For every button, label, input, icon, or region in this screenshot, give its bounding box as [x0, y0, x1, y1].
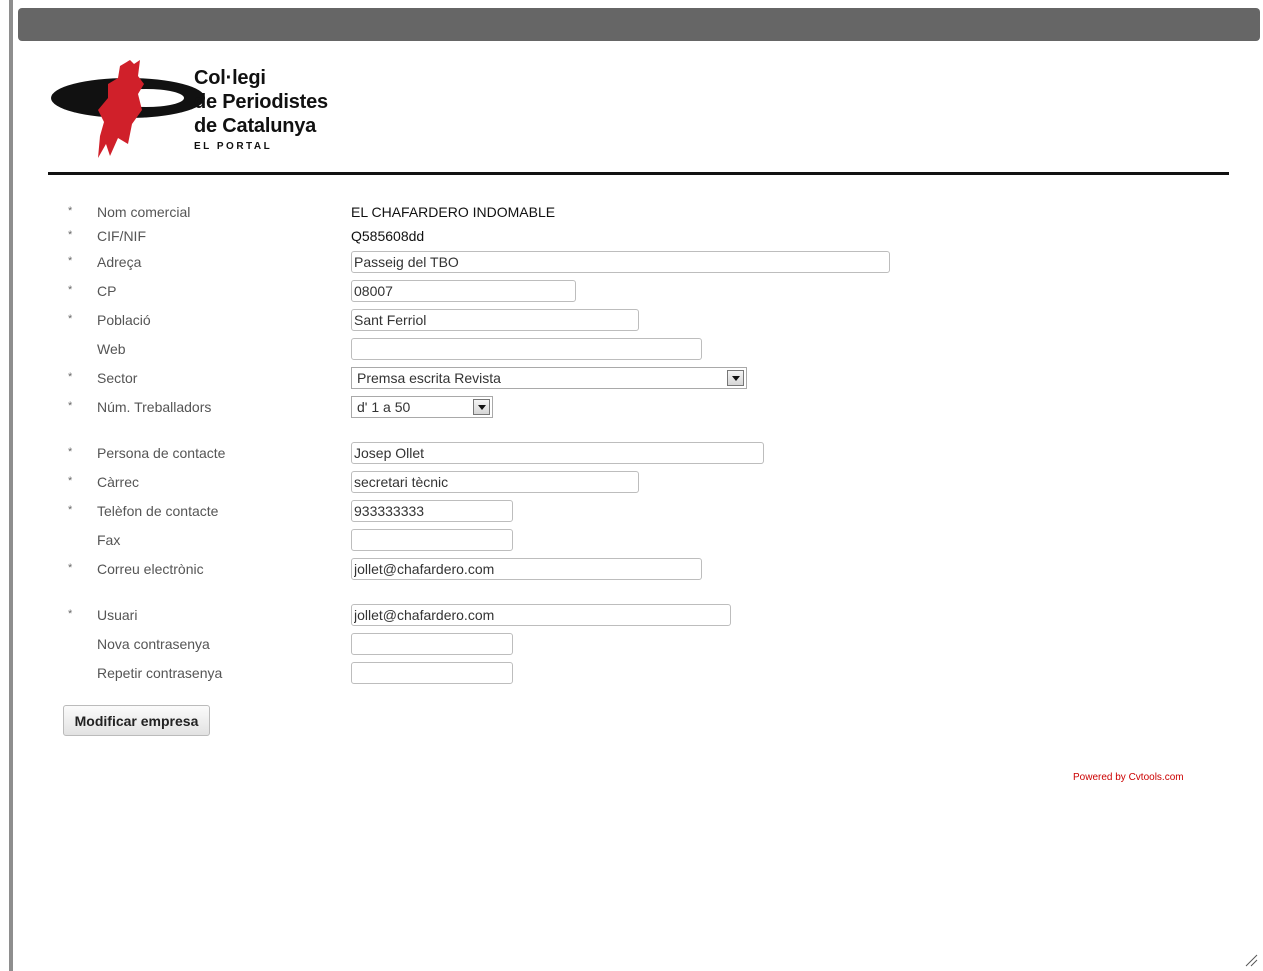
required-mark: * — [68, 229, 73, 241]
label-web: Web — [97, 341, 126, 357]
required-mark: * — [68, 205, 73, 217]
label-carrec: Càrrec — [97, 474, 140, 490]
logo-subtitle: EL PORTAL — [194, 141, 273, 152]
row-cif-nif: * CIF/NIF Q585608dd — [0, 225, 1263, 249]
nova-contrasenya-input[interactable] — [351, 633, 513, 655]
row-cp: * CP — [0, 280, 1263, 304]
label-cif-nif: CIF/NIF — [97, 228, 146, 244]
label-num-treballadors: Núm. Treballadors — [97, 399, 212, 415]
persona-contacte-input[interactable] — [351, 442, 764, 464]
required-mark: * — [68, 446, 73, 458]
chevron-down-icon[interactable] — [473, 399, 490, 415]
resize-grip-icon[interactable] — [1244, 953, 1258, 967]
required-mark: * — [68, 504, 73, 516]
chevron-down-icon[interactable] — [727, 370, 744, 386]
required-mark: * — [68, 475, 73, 487]
web-input[interactable] — [351, 338, 702, 360]
row-nova-contrasenya: Nova contrasenya — [0, 633, 1263, 657]
label-usuari: Usuari — [97, 607, 138, 623]
required-mark: * — [68, 284, 73, 296]
label-nom-comercial: Nom comercial — [97, 204, 191, 220]
header-divider — [48, 172, 1229, 175]
label-repetir-contrasenya: Repetir contrasenya — [97, 665, 223, 681]
row-carrec: * Càrrec — [0, 471, 1263, 495]
required-mark: * — [68, 608, 73, 620]
repetir-contrasenya-input[interactable] — [351, 662, 513, 684]
powered-by-link[interactable]: Powered by Cvtools.com — [1073, 772, 1184, 783]
label-fax: Fax — [97, 532, 121, 548]
poblacio-input[interactable] — [351, 309, 639, 331]
label-adreca: Adreça — [97, 254, 142, 270]
top-bar — [18, 8, 1260, 41]
row-sector: * Sector Premsa escrita Revista — [0, 367, 1263, 391]
label-telefon: Telèfon de contacte — [97, 503, 219, 519]
label-nova-contrasenya: Nova contrasenya — [97, 636, 210, 652]
telefon-input[interactable] — [351, 500, 513, 522]
num-treballadors-selected-value: d' 1 a 50 — [357, 399, 411, 415]
label-poblacio: Població — [97, 312, 151, 328]
row-usuari: * Usuari — [0, 604, 1263, 628]
row-nom-comercial: * Nom comercial EL CHAFARDERO INDOMABLE — [0, 201, 1263, 225]
label-cp: CP — [97, 283, 117, 299]
required-mark: * — [68, 255, 73, 267]
cp-input[interactable] — [351, 280, 576, 302]
adreca-input[interactable] — [351, 251, 890, 273]
fax-input[interactable] — [351, 529, 513, 551]
value-nom-comercial: EL CHAFARDERO INDOMABLE — [351, 204, 556, 220]
required-mark: * — [68, 371, 73, 383]
row-persona-contacte: * Persona de contacte — [0, 442, 1263, 466]
usuari-input[interactable] — [351, 604, 731, 626]
required-mark: * — [68, 400, 73, 412]
row-poblacio: * Població — [0, 309, 1263, 333]
label-sector: Sector — [97, 370, 138, 386]
row-fax: Fax — [0, 529, 1263, 553]
row-telefon: * Telèfon de contacte — [0, 500, 1263, 524]
value-cif-nif: Q585608dd — [351, 228, 425, 244]
row-web: Web — [0, 338, 1263, 362]
label-correu: Correu electrònic — [97, 561, 204, 577]
num-treballadors-select[interactable]: d' 1 a 50 — [351, 396, 493, 418]
correu-input[interactable] — [351, 558, 702, 580]
sector-selected-value: Premsa escrita Revista — [357, 370, 501, 386]
logo-line-3: de Catalunya — [194, 115, 317, 137]
required-mark: * — [68, 562, 73, 574]
logo-line-1: Col·legi — [194, 67, 266, 89]
sector-select[interactable]: Premsa escrita Revista — [351, 367, 747, 389]
row-repetir-contrasenya: Repetir contrasenya — [0, 662, 1263, 686]
row-num-treballadors: * Núm. Treballadors d' 1 a 50 — [0, 396, 1263, 420]
logo-text: Col·legi de Periodistes de Catalunya EL … — [194, 66, 328, 152]
logo-line-2: de Periodistes — [194, 91, 328, 113]
row-correu: * Correu electrònic — [0, 558, 1263, 582]
label-persona-contacte: Persona de contacte — [97, 445, 226, 461]
carrec-input[interactable] — [351, 471, 639, 493]
row-adreca: * Adreça — [0, 251, 1263, 275]
modificar-empresa-button[interactable]: Modificar empresa — [63, 705, 210, 736]
required-mark: * — [68, 313, 73, 325]
